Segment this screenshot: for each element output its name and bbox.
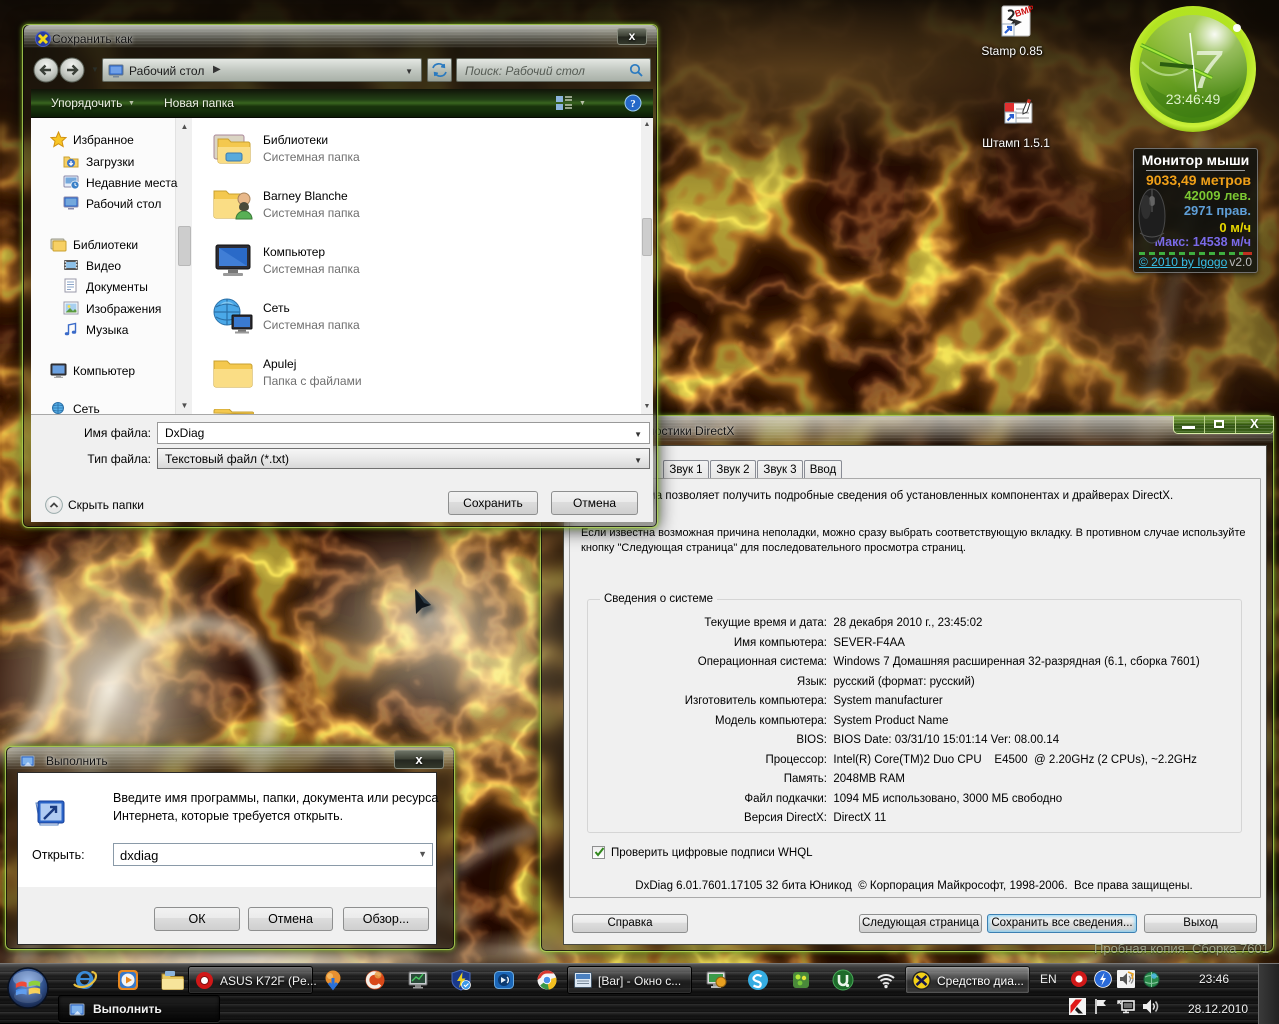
svg-text:23:46:49: 23:46:49 (1166, 91, 1221, 107)
svg-text:?: ? (630, 98, 636, 110)
